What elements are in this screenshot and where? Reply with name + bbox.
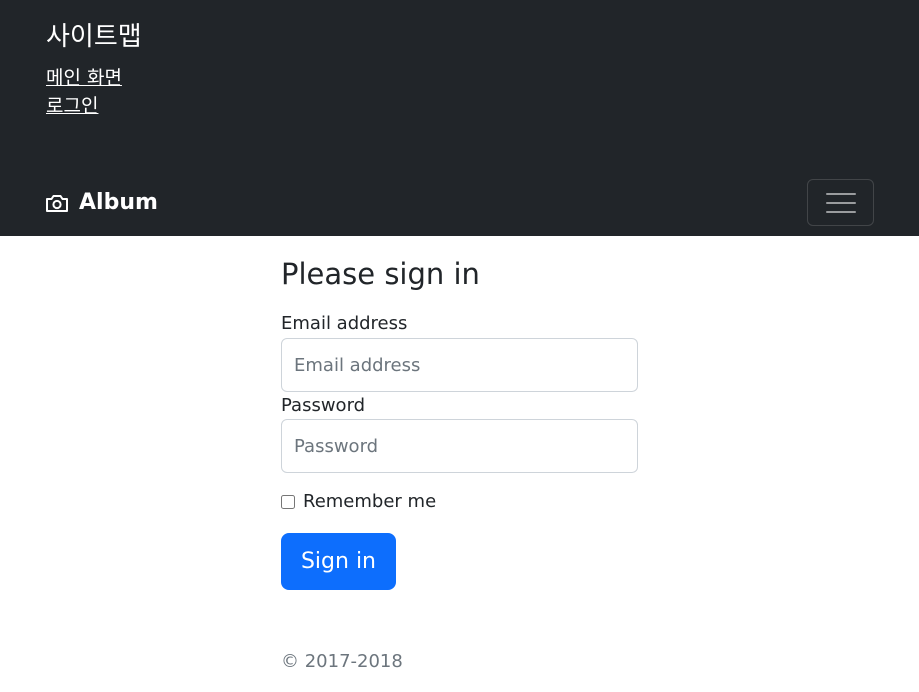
- password-field[interactable]: [281, 419, 638, 473]
- remember-me: Remember me: [281, 490, 436, 514]
- sitemap-link-login[interactable]: 로그인: [46, 92, 142, 120]
- site-header: 사이트맵 메인 화면 로그인 Album: [0, 0, 919, 236]
- email-field[interactable]: [281, 338, 638, 392]
- page-title: Please sign in: [281, 257, 480, 291]
- sign-in-button[interactable]: Sign in: [281, 533, 396, 590]
- navbar: Album: [0, 170, 919, 236]
- password-label: Password: [281, 395, 366, 416]
- navbar-toggle-button[interactable]: [807, 179, 874, 226]
- sitemap-title: 사이트맵: [46, 22, 142, 52]
- camera-icon: [45, 193, 69, 213]
- brand-link[interactable]: Album: [45, 188, 158, 218]
- remember-me-label[interactable]: Remember me: [303, 490, 436, 514]
- email-label: Email address: [281, 313, 408, 334]
- remember-me-checkbox[interactable]: [281, 495, 295, 509]
- brand-name: Album: [79, 190, 158, 215]
- copyright: © 2017-2018: [281, 651, 403, 672]
- sitemap: 사이트맵 메인 화면 로그인: [46, 20, 142, 120]
- hamburger-menu-icon: [826, 192, 856, 214]
- sitemap-link-main[interactable]: 메인 화면: [46, 64, 142, 92]
